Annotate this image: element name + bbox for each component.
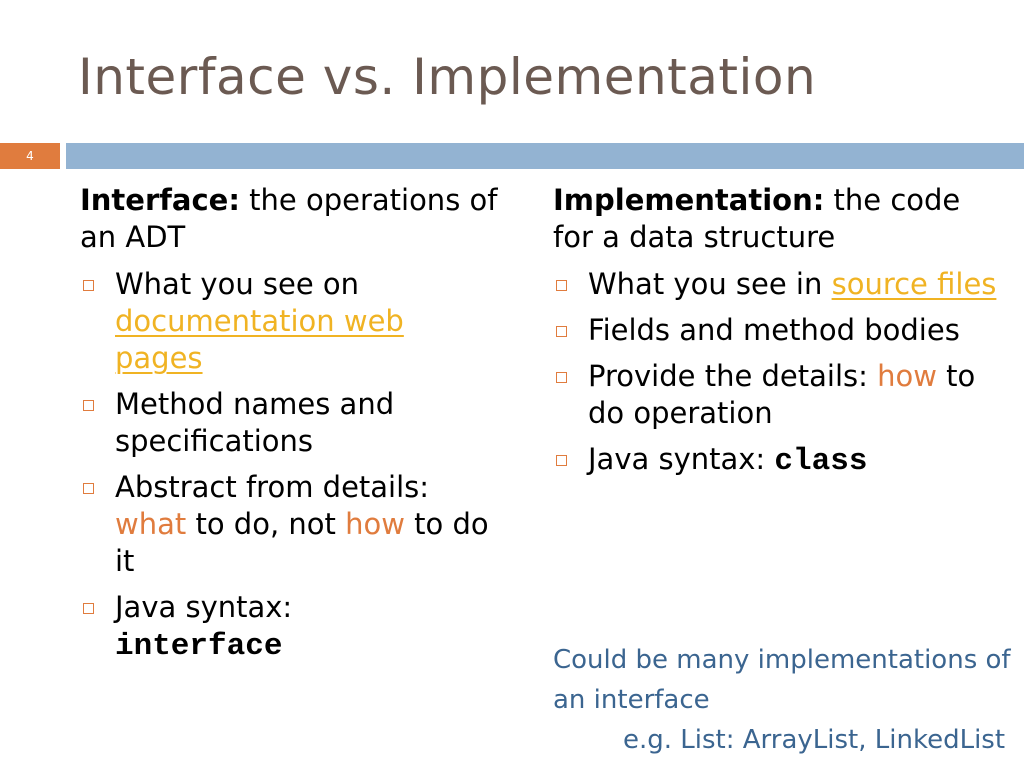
square-bullet-icon xyxy=(556,455,567,466)
slide-title: Interface vs. Implementation xyxy=(78,48,817,106)
square-bullet-icon xyxy=(556,280,567,291)
what-highlight: what xyxy=(115,507,187,541)
interface-term: Interface: xyxy=(80,183,240,217)
list-item: Fields and method bodies xyxy=(553,312,1003,349)
header-bar xyxy=(66,143,1024,169)
list-item: What you see in source files xyxy=(553,266,1003,303)
square-bullet-icon xyxy=(556,326,567,337)
list-item: Java syntax: class xyxy=(553,441,1003,480)
implementation-lead: Implementation: the code for a data stru… xyxy=(553,182,1003,256)
implementation-bullets: What you see in source files Fields and … xyxy=(553,266,1003,480)
implementations-note: Could be many implementations of an inte… xyxy=(553,640,1024,760)
square-bullet-icon xyxy=(83,483,94,494)
note-text: Could be many implementations of an inte… xyxy=(553,645,1011,715)
square-bullet-icon xyxy=(556,372,567,383)
interface-lead: Interface: the operations of an ADT xyxy=(80,182,500,256)
how-highlight: how xyxy=(877,359,937,393)
how-highlight: how xyxy=(345,507,405,541)
implementation-column: Implementation: the code for a data stru… xyxy=(553,182,1003,489)
class-keyword: class xyxy=(774,444,868,479)
list-item: What you see on documentation web pages xyxy=(80,266,500,377)
list-item: Method names and specifications xyxy=(80,386,500,460)
list-item: Abstract from details: what to do, not h… xyxy=(80,469,500,580)
list-item: Provide the details: how to do operation xyxy=(553,358,1003,432)
interface-keyword: interface xyxy=(115,629,283,664)
square-bullet-icon xyxy=(83,400,94,411)
square-bullet-icon xyxy=(83,280,94,291)
implementation-term: Implementation: xyxy=(553,183,825,217)
interface-bullets: What you see on documentation web pages … xyxy=(80,266,500,665)
note-example: e.g. List: ArrayList, LinkedList xyxy=(623,725,1006,755)
documentation-link[interactable]: documentation web pages xyxy=(115,304,404,375)
interface-column: Interface: the operations of an ADT What… xyxy=(80,182,500,674)
square-bullet-icon xyxy=(83,603,94,614)
source-files-link[interactable]: source files xyxy=(832,267,997,301)
list-item: Java syntax: interface xyxy=(80,589,500,665)
slide-number: 4 xyxy=(0,143,60,169)
